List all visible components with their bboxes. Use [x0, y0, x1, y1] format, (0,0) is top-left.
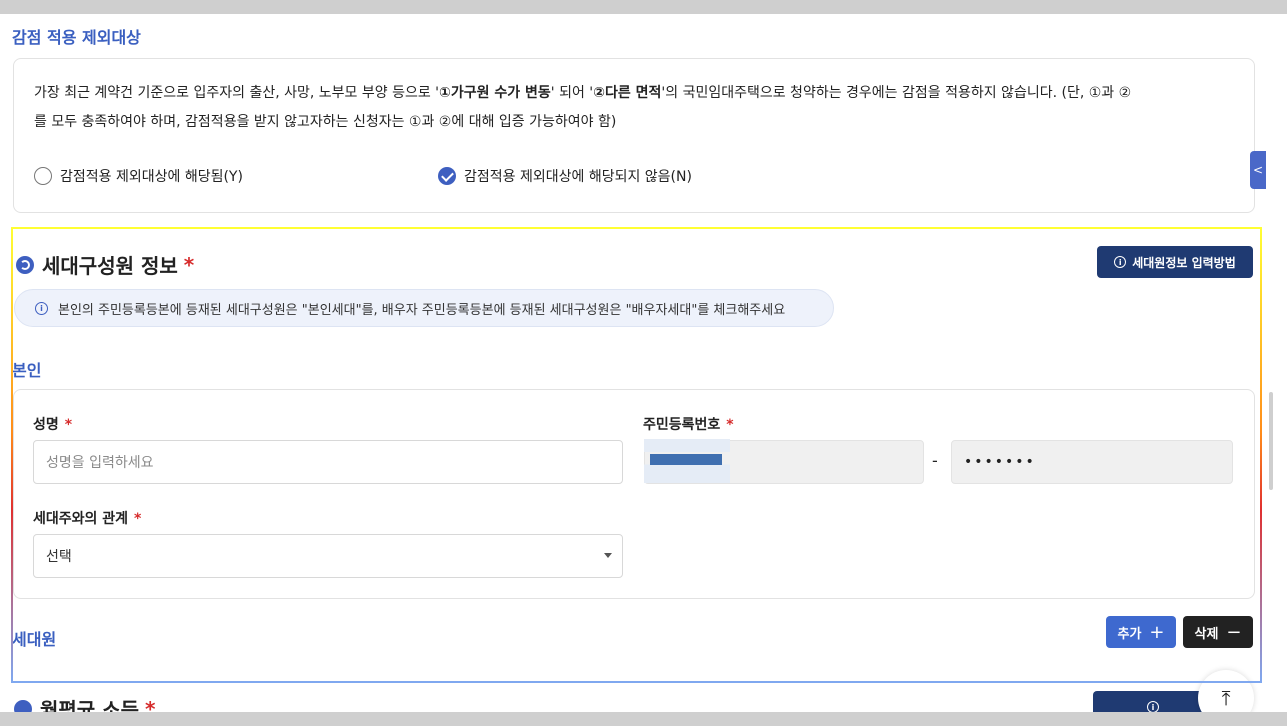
scrollbar-thumb[interactable]: [1269, 392, 1273, 490]
relation-label: 세대주와의 관계 *: [33, 511, 142, 527]
self-title: 본인: [12, 361, 42, 380]
household-info-banner: i 본인의 주민등록등본에 등재된 세대구성원은 "본인세대"를, 배우자 주민…: [14, 289, 834, 327]
info-icon: i: [35, 301, 48, 315]
radio-exclusion-no[interactable]: 감점적용 제외대상에 해당되지 않음(N): [438, 166, 692, 186]
minus-icon: −: [1226, 621, 1242, 643]
radio-exclusion-yes[interactable]: 감점적용 제외대상에 해당됨(Y): [34, 166, 243, 186]
notice-bold-household: ①가구원 수가 변동: [439, 85, 551, 101]
section-logo-icon: [16, 255, 34, 274]
name-input[interactable]: 성명을 입력하세요: [33, 440, 623, 484]
income-title: 월평균 소득: [40, 698, 139, 712]
delete-member-button[interactable]: 삭제 −: [1183, 616, 1253, 648]
household-help-button[interactable]: i 세대원정보 입력방법: [1097, 246, 1253, 278]
income-help-button[interactable]: i: [1093, 691, 1213, 712]
rrn-back-input[interactable]: •••••••: [951, 440, 1233, 484]
add-member-button[interactable]: 추가 +: [1106, 616, 1176, 648]
scroll-top-button[interactable]: ⤒: [1198, 670, 1254, 712]
dropdown-caret-icon: [604, 553, 612, 558]
rrn-label: 주민등록번호 *: [643, 417, 734, 433]
exclusion-card: 가장 최근 계약건 기준으로 입주자의 출산, 사망, 노부모 부양 등으로 '…: [13, 58, 1255, 213]
info-icon: i: [1114, 256, 1127, 268]
plus-icon: +: [1149, 621, 1165, 643]
radio-unchecked-icon: [34, 167, 52, 185]
rrn-separator: -: [932, 451, 938, 470]
relation-select[interactable]: 선택: [33, 534, 623, 578]
chevron-left-icon: <: [1252, 163, 1264, 177]
exclusion-notice: 가장 최근 계약건 기준으로 입주자의 출산, 사망, 노부모 부양 등으로 '…: [34, 85, 1132, 130]
arrow-up-icon: ⤒: [1221, 686, 1231, 710]
radio-checked-icon: [438, 167, 456, 185]
notice-bold-area: ②다른 면적: [593, 85, 662, 101]
info-icon: i: [1147, 701, 1159, 712]
exclusion-title: 감점 적용 제외대상: [12, 28, 141, 47]
scrollbar-track[interactable]: [1273, 14, 1287, 712]
required-mark: *: [183, 252, 195, 277]
rrn-front-redaction-bar: [650, 454, 722, 465]
household-title: 세대구성원 정보: [42, 254, 178, 278]
members-title: 세대원: [12, 630, 57, 649]
page-frame: 감점 적용 제외대상 가장 최근 계약건 기준으로 입주자의 출산, 사망, 노…: [0, 14, 1273, 712]
section-logo-icon: [14, 699, 32, 712]
name-label: 성명 *: [33, 417, 73, 433]
income-heading: 월평균 소득 *: [14, 694, 155, 712]
side-panel-toggle[interactable]: <: [1250, 151, 1266, 189]
household-heading: 세대구성원 정보 *: [16, 250, 194, 279]
